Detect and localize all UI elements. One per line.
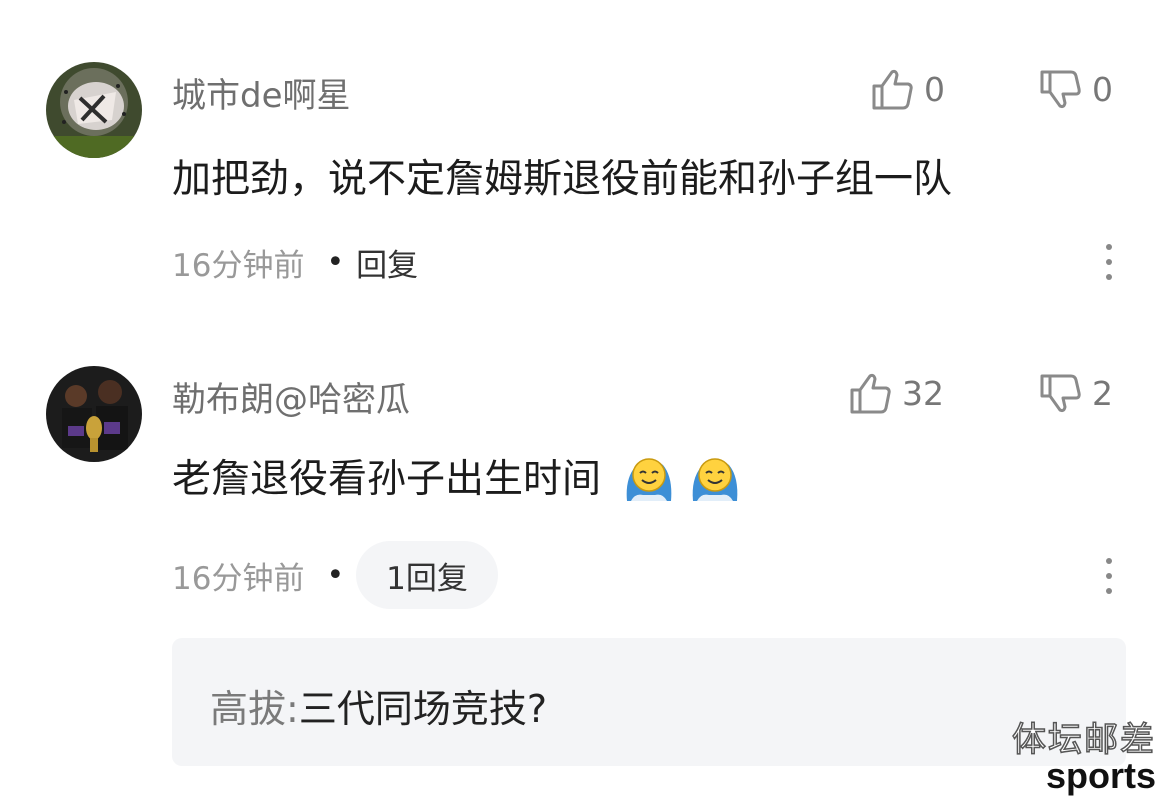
more-icon[interactable]	[1100, 558, 1118, 594]
comment-meta: 16分钟前 • 1回复	[172, 541, 498, 609]
sub-reply-author[interactable]: 高拔	[210, 687, 286, 731]
separator-dot: •	[326, 557, 345, 593]
dislike-icon	[1040, 70, 1081, 109]
dislike-button[interactable]: 0	[1038, 68, 1113, 110]
reply-count-button[interactable]: 1回复	[356, 541, 498, 609]
watermark: 体坛邮差 sports	[1011, 720, 1156, 796]
timestamp: 16分钟前	[172, 247, 305, 284]
like-button[interactable]: 0	[870, 68, 945, 110]
more-icon[interactable]	[1100, 244, 1118, 280]
dislike-count: 2	[1092, 373, 1113, 413]
sub-reply-text: 高拔:三代同场竞技?	[210, 678, 547, 733]
username[interactable]: 城市de啊星	[172, 68, 351, 117]
dislike-icon	[1040, 374, 1081, 413]
timestamp: 16分钟前	[172, 560, 305, 597]
emoji-icon	[621, 449, 677, 515]
sub-reply-body: 三代同场竞技?	[298, 687, 547, 731]
like-count: 32	[902, 373, 944, 413]
like-button[interactable]: 32	[848, 372, 944, 414]
dislike-button[interactable]: 2	[1038, 372, 1113, 414]
emoji-icon	[687, 449, 743, 515]
like-icon	[850, 373, 891, 414]
sub-reply-separator: :	[286, 687, 299, 731]
comment-meta: 16分钟前 • 回复	[172, 240, 418, 284]
comment-text: 老詹退役看孙子出生时间	[172, 448, 743, 515]
avatar[interactable]	[46, 62, 142, 158]
like-count: 0	[924, 69, 945, 109]
like-icon	[872, 69, 913, 110]
watermark-en: sports	[1045, 755, 1156, 796]
dislike-count: 0	[1092, 69, 1113, 109]
reply-button[interactable]: 回复	[356, 240, 418, 285]
username[interactable]: 勒布朗@哈密瓜	[172, 372, 410, 421]
comment-text: 加把劲，说不定詹姆斯退役前能和孙子组一队	[172, 157, 953, 202]
separator-dot: •	[326, 244, 345, 280]
watermark-cn: 体坛邮差	[1011, 720, 1156, 760]
sub-reply-preview[interactable]: 高拔:三代同场竞技?	[172, 638, 1126, 766]
comment-text-body: 老詹退役看孙子出生时间	[172, 457, 602, 502]
avatar[interactable]	[46, 366, 142, 462]
